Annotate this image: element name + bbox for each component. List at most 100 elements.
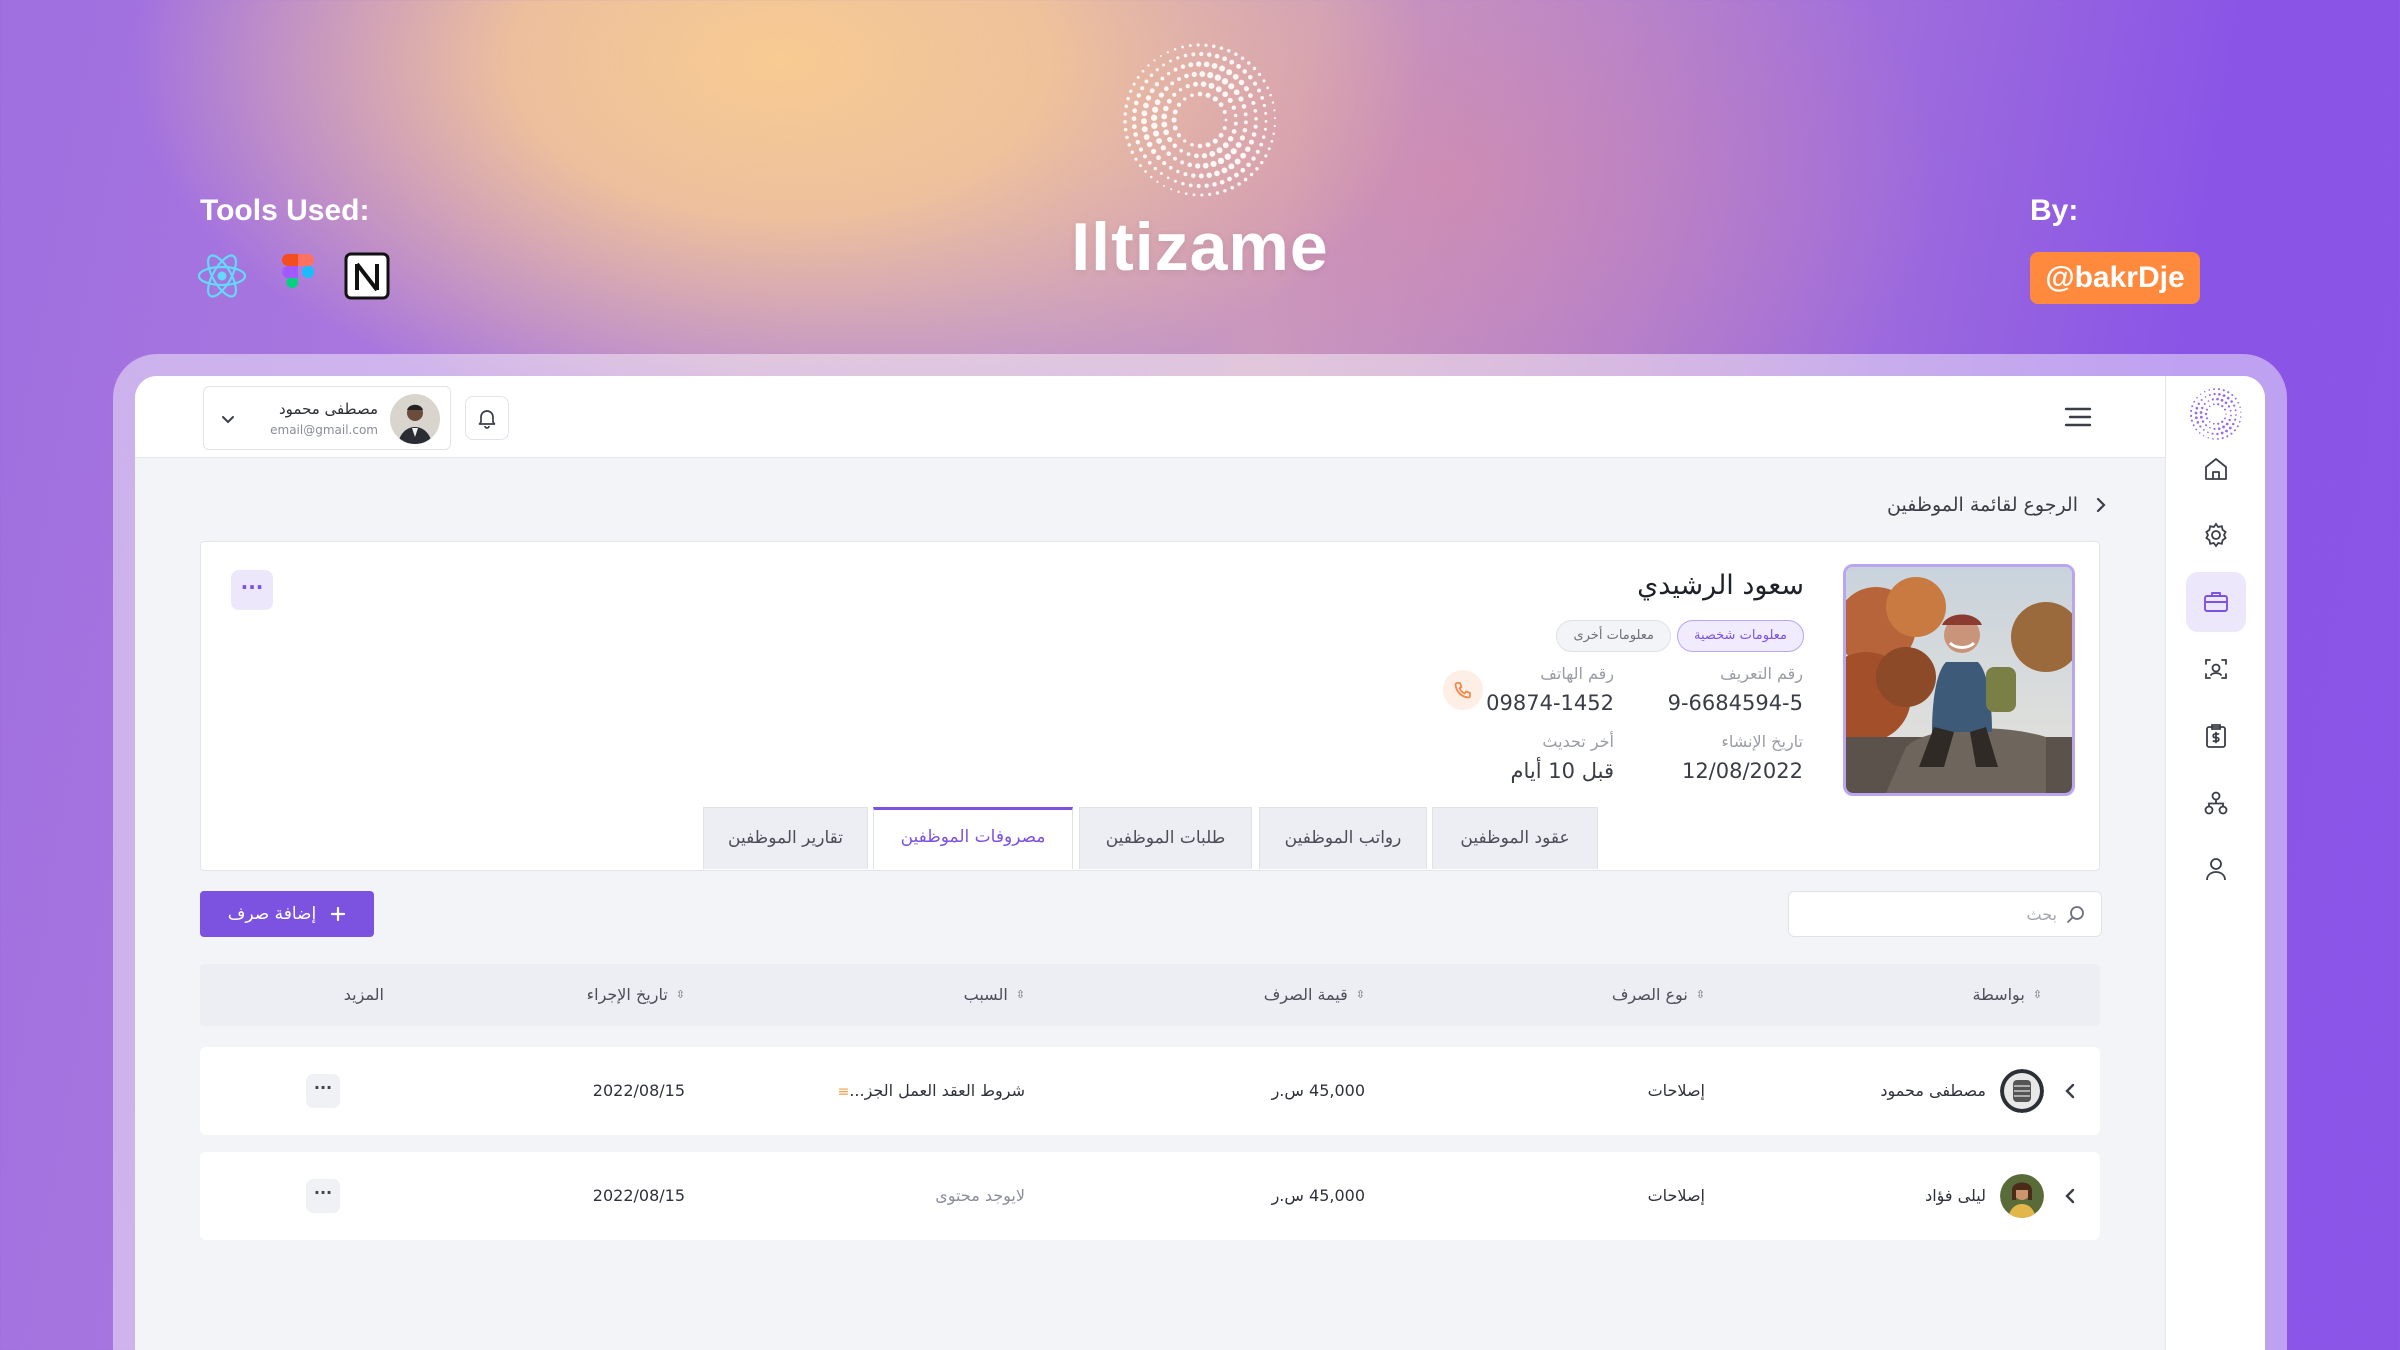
sort-icon: ⇳ [675,988,685,1001]
column-header-type[interactable]: ⇳ نوع الصرف [1612,964,1705,1026]
row-more-button[interactable]: ··· [306,1074,340,1108]
column-label: قيمة الصرف [1263,985,1348,1004]
sort-icon: ⇳ [1355,988,1365,1001]
row-date: 2022/08/15 [592,1081,685,1100]
call-button[interactable] [1443,670,1483,710]
column-label: المزيد [343,985,384,1004]
employee-id-field: رقم التعريف 9-6684594-5 [1668,664,1803,715]
user-icon [2206,858,2226,881]
search-input[interactable] [1807,898,2057,930]
iltizame-logo [1123,43,1276,197]
sidebar-item-attendance[interactable] [2186,639,2246,699]
notion-icon [344,252,390,300]
tab-employee-reports[interactable]: تقارير الموظفين [703,807,868,869]
tab-personal-info[interactable]: معلومات شخصية [1677,620,1804,652]
sidebar-logo-icon[interactable] [2186,384,2246,444]
employee-id-value: 9-6684594-5 [1667,691,1803,715]
app-window: مصطفى محمود email@gmail.com الرجوع لقائم… [135,376,2265,1350]
chevron-right-icon [2096,497,2106,513]
table-row[interactable]: مصطفى محمود إصلاحات 45,000 س.ر شروط العق… [200,1047,2100,1135]
phone-icon [1454,682,1471,699]
menu-icon[interactable] [2061,400,2095,434]
tools-label: Tools Used: [200,194,370,227]
row-reason: لايوجد محتوى [935,1186,1025,1205]
row-amount: 45,000 س.ر [1271,1186,1365,1205]
chevron-right-icon[interactable] [2058,1184,2082,1208]
updated-date-field: أخر تحديث قبل 10 أيام [1511,732,1614,783]
notifications-button[interactable] [465,396,509,440]
column-header-more: المزيد [344,964,384,1026]
column-label: نوع الصرف [1611,985,1688,1004]
back-to-employees-link[interactable]: الرجوع لقائمة الموظفين [1887,494,2110,516]
employee-name: سعود الرشيدي [1637,570,1804,601]
search-icon [2067,906,2084,923]
created-date-field: تاريخ الإنشاء 12/08/2022 [1682,732,1803,783]
row-date: 2022/08/15 [592,1186,685,1205]
chevron-right-icon[interactable] [2058,1079,2082,1103]
employee-photo [1843,564,2075,796]
row-amount: 45,000 س.ر [1271,1081,1365,1100]
row-reason: شروط العقد العمل الجز...≡ [830,1047,1025,1135]
column-header-date[interactable]: ⇳ تاريخ الإجراء [587,964,685,1026]
column-header-reason[interactable]: ⇳ السبب [964,964,1025,1026]
back-link-label: الرجوع لقائمة الموظفين [1887,494,2078,516]
sidebar-item-employees[interactable] [2186,572,2246,632]
column-header-by[interactable]: ⇳ بواسطة [1973,964,2043,1026]
avatar [2000,1174,2044,1218]
tab-employee-salaries[interactable]: رواتب الموظفين [1259,807,1427,869]
column-label: بواسطة [1972,985,2025,1004]
column-header-amount[interactable]: ⇳ قيمة الصرف [1264,964,1365,1026]
employee-profile-card: سعود الرشيدي معلومات شخصية معلومات أخرى … [200,541,2100,871]
updated-date-label: أخر تحديث [1542,732,1614,751]
org-chart-icon [2204,791,2228,815]
sidebar-item-settings[interactable] [2186,505,2246,565]
sort-icon: ⇳ [1015,988,1025,1001]
plus-icon [331,906,346,922]
phone-field: رقم الهاتف 09874-1452 [1486,664,1614,715]
column-label: تاريخ الإجراء [586,985,668,1004]
table-row[interactable]: ليلى فؤاد إصلاحات 45,000 س.ر لايوجد محتو… [200,1152,2100,1240]
react-icon [197,254,247,298]
tab-employee-expenses[interactable]: مصروفات الموظفين [873,807,1073,869]
sidebar [2165,376,2265,1350]
row-more-button[interactable]: ··· [306,1179,340,1213]
row-reason-text: شروط العقد العمل الجز... [849,1081,1025,1100]
phone-label: رقم الهاتف [1540,664,1614,683]
user-menu[interactable]: مصطفى محمود email@gmail.com [203,386,451,450]
column-label: السبب [963,985,1008,1004]
clipboard-dollar-icon [2206,724,2226,748]
row-type: إصلاحات [1647,1186,1705,1205]
figma-icon [282,254,314,289]
gear-icon [2205,522,2227,548]
row-by: مصطفى محمود [1880,1081,1986,1100]
sidebar-item-payroll[interactable] [2186,706,2246,766]
add-expense-label: إضافة صرف [227,904,317,924]
user-name: مصطفى محمود [278,400,378,418]
sort-icon: ⇳ [2032,988,2042,1001]
home-icon [2205,458,2227,480]
user-email: email@gmail.com [270,423,378,437]
tab-employee-contracts[interactable]: عقود الموظفين [1432,807,1598,869]
by-label: By: [2030,194,2079,227]
table-header: ⇳ بواسطة ⇳ نوع الصرف ⇳ قيمة الصرف ⇳ السب… [200,964,2100,1026]
created-date-value: 12/08/2022 [1681,759,1803,783]
note-icon: ≡ [837,1084,850,1100]
sidebar-item-home[interactable] [2186,439,2246,499]
profile-more-button[interactable]: ··· [231,570,273,610]
updated-date-value: قبل 10 أيام [1510,759,1614,783]
sidebar-item-structure[interactable] [2186,773,2246,833]
avatar [390,394,440,444]
author-handle-badge: @bakrDje [2030,252,2200,304]
sidebar-item-profile[interactable] [2186,839,2246,899]
topbar: مصطفى محمود email@gmail.com [135,376,2165,458]
avatar [2000,1069,2044,1113]
add-expense-button[interactable]: إضافة صرف [200,891,374,937]
face-scan-icon [2205,659,2227,679]
chevron-down-icon [222,416,234,424]
brand-title: Iltizame [1071,209,1329,285]
created-date-label: تاريخ الإنشاء [1721,732,1803,751]
phone-value: 09874-1452 [1486,691,1614,715]
tab-employee-requests[interactable]: طلبات الموظفين [1079,807,1252,869]
briefcase-icon [2204,592,2228,612]
tab-other-info[interactable]: معلومات أخرى [1556,620,1671,652]
